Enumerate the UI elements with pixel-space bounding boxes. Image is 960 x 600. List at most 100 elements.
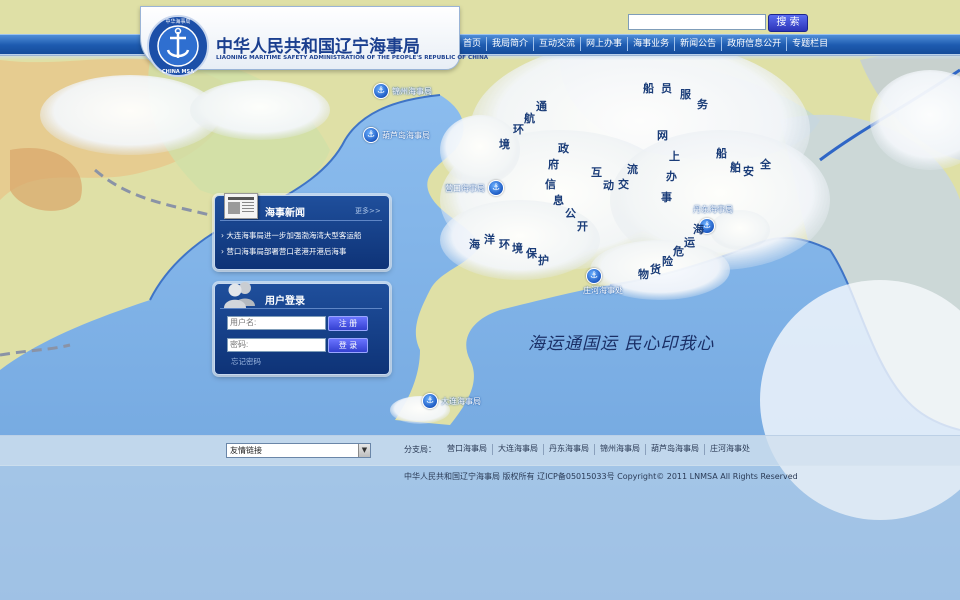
cloud-word[interactable]: 境 [512,240,523,256]
cloud-word[interactable]: 舶 [730,159,741,175]
anchor-icon: ⚓ [586,268,602,284]
search-button[interactable]: 搜 索 [768,14,808,32]
forgot-password-link[interactable]: 忘记密码 [231,356,261,367]
cloud-word[interactable]: 公 [565,205,576,221]
emblem-bottom-text: CHINA MSA [162,69,194,75]
nav-item-interaction[interactable]: 互动交流 [534,37,582,51]
nav-item-maritime-business[interactable]: 海事业务 [628,37,676,51]
cloud-word[interactable]: 全 [760,156,771,172]
port-dalian[interactable]: ⚓ 大连海事局 [422,393,481,409]
users-icon [224,282,255,308]
cloud-word[interactable]: 网 [657,127,668,143]
cloud-word[interactable]: 洋 [484,231,495,247]
port-huludao[interactable]: ⚓ 葫芦岛海事局 [363,127,430,143]
cloud-word[interactable]: 员 [661,80,672,96]
news-more-link[interactable]: 更多>> [355,206,381,216]
anchor-icon: ⚓ [488,180,504,196]
login-button[interactable]: 登 录 [328,338,368,353]
news-item[interactable]: › 大连海事局进一步加强渤海湾大型客运船 [221,230,361,241]
friendly-links-select[interactable]: 友情链接 ▼ [226,443,371,458]
port-label: 丹东海事局 [693,205,733,214]
cloud-word[interactable]: 通 [536,98,547,114]
news-item-text[interactable]: 大连海事局进一步加强渤海湾大型客运船 [226,231,361,240]
branches-label: 分支局： [404,445,436,454]
port-yingkou[interactable]: 营口海事局 ⚓ [445,180,504,196]
divider [220,220,382,221]
branch-link-jinzhou[interactable]: 锦州海事局 [595,444,646,455]
branch-link-dandong[interactable]: 丹东海事局 [544,444,595,455]
chevron-down-icon[interactable]: ▼ [358,444,370,457]
cloud-word[interactable]: 物 [638,266,649,282]
login-panel-title: 用户登录 [265,296,305,307]
cloud-word[interactable]: 船 [716,145,727,161]
news-panel-title: 海事新闻 [265,208,305,219]
anchor-icon: ⚓ [422,393,438,409]
cloud-word[interactable]: 政 [558,140,569,156]
password-field[interactable] [227,338,326,352]
cloud-word[interactable]: 府 [548,156,559,172]
friendly-links-select-value: 友情链接 [230,446,262,455]
cloud-word[interactable]: 船 [643,80,654,96]
cloud-word[interactable]: 流 [627,161,638,177]
copyright-text: 中华人民共和国辽宁海事局 版权所有 辽ICP备05015033号 Copyrig… [404,472,798,481]
username-field[interactable] [227,316,326,330]
site-title[interactable]: 中华人民共和国辽宁海事局 [216,32,420,57]
cloud-word[interactable]: 货 [650,261,661,277]
cloud-word[interactable]: 航 [524,110,535,126]
msa-emblem-icon[interactable]: 中华海事局 CHINA MSA [146,14,210,78]
cloud-word[interactable]: 开 [577,218,588,234]
nav-item-about[interactable]: 我局简介 [487,37,535,51]
search-input[interactable] [628,14,766,30]
cloud-word[interactable]: 信 [545,176,556,192]
divider [220,308,382,309]
port-label: 庄河海事处 [583,286,623,295]
branch-link-huludao[interactable]: 葫芦岛海事局 [646,444,705,455]
branch-link-dalian[interactable]: 大连海事局 [493,444,544,455]
cloud-word[interactable]: 上 [669,148,680,164]
cloud-word[interactable]: 境 [499,136,510,152]
port-label: 葫芦岛海事局 [382,130,430,140]
cloud-word[interactable]: 护 [538,252,549,268]
nav-item-topics[interactable]: 专题栏目 [787,37,833,51]
login-panel: 用户登录 注 册 登 录 忘记密码 [214,282,390,375]
cloud-word[interactable]: 保 [526,245,537,261]
cloud-word[interactable]: 海 [469,236,480,252]
register-button[interactable]: 注 册 [328,316,368,331]
anchor-icon: ⚓ [363,127,379,143]
cloud-word[interactable]: 务 [697,96,708,112]
cloud-word[interactable]: 险 [662,253,673,269]
cloud-word[interactable]: 环 [513,121,524,137]
emblem-ring-text: 中华海事局 [165,18,190,25]
nav-item-news[interactable]: 新闻公告 [675,37,723,51]
port-label: 锦州海事局 [392,86,432,96]
port-label: 营口海事局 [445,183,485,193]
branch-link-zhuanghe[interactable]: 庄河海事处 [705,444,755,455]
branches-list: 分支局： 营口海事局 大连海事局 丹东海事局 锦州海事局 葫芦岛海事局 庄河海事… [404,444,755,455]
nav-item-online-service[interactable]: 网上办事 [581,37,629,51]
cloud-word[interactable]: 息 [553,192,564,208]
site-subtitle: LIAONING MARITIME SAFETY ADMINISTRATION … [216,55,489,61]
cloud-word[interactable]: 服 [680,86,691,102]
footer-lower-band [0,465,960,600]
branch-link-yingkou[interactable]: 营口海事局 [442,444,493,455]
main-nav: 首页 我局简介 互动交流 网上办事 海事业务 新闻公告 政府信息公开 专题栏目 [458,36,833,52]
cloud-word[interactable]: 互 [591,164,602,180]
cloud-word[interactable]: 事 [661,189,672,205]
cloud-word[interactable]: 危 [673,243,684,259]
port-zhuanghe[interactable]: ⚓ 庄河海事处 [583,268,623,296]
cloud-word[interactable]: 运 [684,234,695,250]
news-item[interactable]: › 营口海事局部署营口老港开港后海事 [221,246,346,257]
nav-item-gov-info[interactable]: 政府信息公开 [722,37,788,51]
cloud-word[interactable]: 安 [743,163,754,179]
port-jinzhou[interactable]: ⚓ 锦州海事局 [373,83,432,99]
cloud-word[interactable]: 动 [603,177,614,193]
slogan: 海运通国运 民心印我心 [528,334,715,354]
anchor-icon: ⚓ [373,83,389,99]
cloud-word[interactable]: 办 [666,168,677,184]
news-item-text[interactable]: 营口海事局部署营口老港开港后海事 [226,247,346,256]
port-label: 大连海事局 [441,396,481,406]
cloud-word[interactable]: 交 [618,176,629,192]
nav-item-home[interactable]: 首页 [458,37,488,51]
newspaper-icon [224,193,258,219]
cloud-word[interactable]: 环 [499,236,510,252]
